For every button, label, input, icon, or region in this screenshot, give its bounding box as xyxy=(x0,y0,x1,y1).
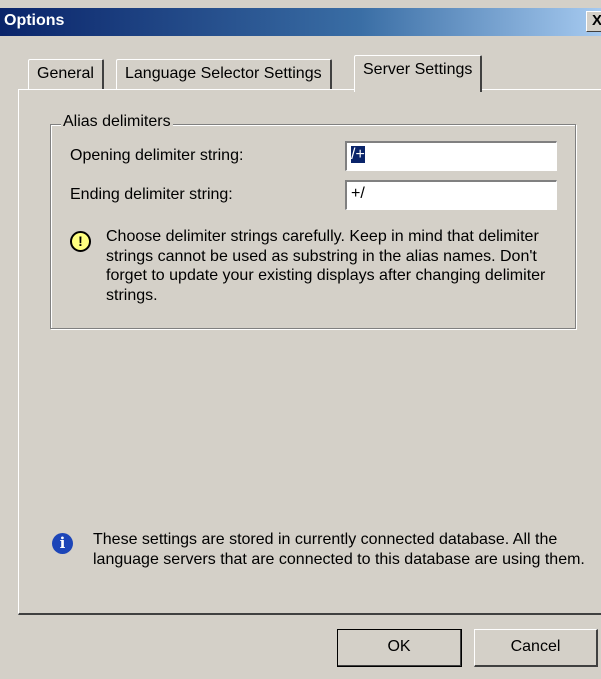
opening-delimiter-label: Opening delimiter string: xyxy=(70,147,244,164)
tab-label: Language Selector Settings xyxy=(125,65,322,82)
window-title: Options xyxy=(4,12,65,29)
info-text: These settings are stored in currently c… xyxy=(93,531,585,568)
ending-delimiter-input[interactable]: +/ xyxy=(345,180,557,210)
cancel-button-label: Cancel xyxy=(510,638,561,655)
tab-label: General xyxy=(37,65,94,82)
ok-button-label: OK xyxy=(387,638,411,655)
warning-text: Choose delimiter strings carefully. Keep… xyxy=(106,228,546,304)
group-legend: Alias delimiters xyxy=(61,113,173,131)
info-icon: i xyxy=(52,533,73,554)
tab-general[interactable]: General xyxy=(28,59,104,89)
opening-delimiter-input[interactable]: /+ xyxy=(345,141,557,171)
title-bar[interactable]: Options X xyxy=(0,8,601,36)
close-icon: X xyxy=(591,12,601,29)
ok-button[interactable]: OK xyxy=(337,629,462,667)
ending-delimiter-label: Ending delimiter string: xyxy=(70,186,233,203)
warning-icon: ! xyxy=(70,231,91,252)
cancel-button[interactable]: Cancel xyxy=(474,629,598,667)
ending-delimiter-value: +/ xyxy=(351,185,365,202)
tab-server-settings[interactable]: Server Settings xyxy=(354,55,483,92)
opening-delimiter-value: /+ xyxy=(351,146,365,163)
tab-label: Server Settings xyxy=(363,61,473,78)
tab-language-selector-settings[interactable]: Language Selector Settings xyxy=(116,59,332,89)
close-button[interactable]: X xyxy=(586,11,601,32)
options-dialog: Options X General Language Selector Sett… xyxy=(0,0,601,679)
